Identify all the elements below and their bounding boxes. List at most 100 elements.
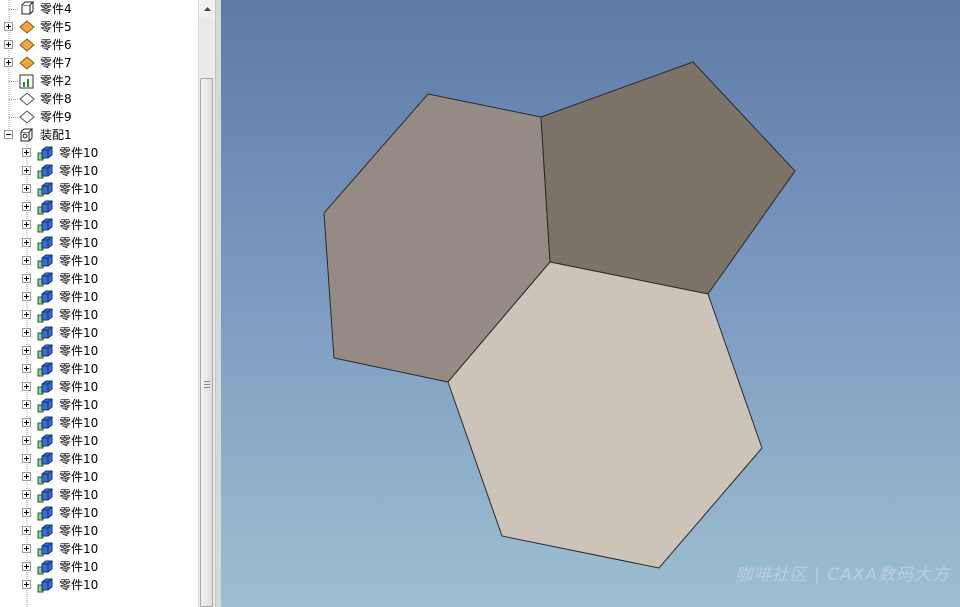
tree-item-label: 零件10 (59, 488, 99, 502)
tree-item[interactable]: 零件6 (0, 36, 198, 54)
arrow-up-icon (203, 6, 211, 11)
scroll-thumb[interactable] (200, 78, 213, 607)
tree-item[interactable]: 零件8 (0, 90, 198, 108)
tree-child-item[interactable]: 零件10 (0, 216, 198, 234)
expand-toggle-icon[interactable] (4, 40, 13, 49)
tree-item-label: 零件10 (59, 434, 99, 448)
tree-child-item[interactable]: 零件10 (0, 576, 198, 594)
tree-child-item[interactable]: 零件10 (0, 486, 198, 504)
component-cube-icon (37, 451, 53, 467)
tree-item-label: 零件10 (59, 506, 99, 520)
expand-toggle-icon[interactable] (22, 418, 31, 427)
expand-toggle-icon[interactable] (22, 508, 31, 517)
expand-toggle-icon[interactable] (22, 184, 31, 193)
part-chart-icon (19, 73, 35, 89)
tree-child-item[interactable]: 零件10 (0, 378, 198, 396)
expand-toggle-icon[interactable] (22, 454, 31, 463)
expand-toggle-icon[interactable] (22, 364, 31, 373)
tree-child-item[interactable]: 零件10 (0, 450, 198, 468)
expand-toggle-icon[interactable] (22, 292, 31, 301)
expand-toggle-icon[interactable] (22, 328, 31, 337)
tree-item-label: 零件10 (59, 290, 99, 304)
tree-child-item[interactable]: 零件10 (0, 342, 198, 360)
expand-toggle-icon[interactable] (22, 238, 31, 247)
tree-item-label: 装配1 (40, 128, 72, 142)
expand-toggle-icon[interactable] (4, 58, 13, 67)
expand-toggle-icon[interactable] (22, 436, 31, 445)
assembly-icon (19, 127, 35, 143)
component-cube-icon (37, 505, 53, 521)
tree-child-item[interactable]: 零件10 (0, 522, 198, 540)
expand-toggle-icon[interactable] (22, 310, 31, 319)
tree-child-item[interactable]: 零件10 (0, 288, 198, 306)
tree-child-item[interactable]: 零件10 (0, 198, 198, 216)
tree-child-item[interactable]: 零件10 (0, 180, 198, 198)
component-cube-icon (37, 181, 53, 197)
tree-branch-line (9, 81, 18, 82)
expand-toggle-icon[interactable] (22, 220, 31, 229)
expand-toggle-icon[interactable] (22, 526, 31, 535)
tree-item-label: 零件10 (59, 362, 99, 376)
tree-child-item[interactable]: 零件10 (0, 468, 198, 486)
tree-item-label: 零件10 (59, 254, 99, 268)
expand-toggle-icon[interactable] (22, 472, 31, 481)
tree-item-label: 零件5 (40, 20, 72, 34)
component-cube-icon (37, 235, 53, 251)
tree-child-item[interactable]: 零件10 (0, 540, 198, 558)
expand-toggle-icon[interactable] (22, 274, 31, 283)
tree-child-item[interactable]: 零件10 (0, 162, 198, 180)
expand-toggle-icon[interactable] (4, 22, 13, 31)
component-cube-icon (37, 253, 53, 269)
model-canvas[interactable] (221, 0, 960, 607)
tree-child-item[interactable]: 零件10 (0, 432, 198, 450)
tree-child-item[interactable]: 零件10 (0, 234, 198, 252)
expand-toggle-icon[interactable] (22, 562, 31, 571)
tree-item[interactable]: 零件7 (0, 54, 198, 72)
tree-child-item[interactable]: 零件10 (0, 324, 198, 342)
part-diamond-icon (19, 55, 35, 71)
expand-toggle-icon[interactable] (22, 256, 31, 265)
expand-toggle-icon[interactable] (22, 382, 31, 391)
tree-item-label: 零件10 (59, 560, 99, 574)
tree-child-item[interactable]: 零件10 (0, 252, 198, 270)
expand-toggle-icon[interactable] (22, 166, 31, 175)
tree-item-label: 零件10 (59, 398, 99, 412)
tree-child-item[interactable]: 零件10 (0, 360, 198, 378)
tree-child-item[interactable]: 零件10 (0, 270, 198, 288)
expand-toggle-icon[interactable] (22, 544, 31, 553)
expand-toggle-icon[interactable] (22, 202, 31, 211)
component-cube-icon (37, 325, 53, 341)
3d-viewport[interactable]: 咖啡社区 | CAXA数码大方 (221, 0, 960, 607)
tree-item-label: 零件10 (59, 470, 99, 484)
collapse-toggle-icon[interactable] (4, 130, 13, 139)
expand-toggle-icon[interactable] (22, 400, 31, 409)
tree-item[interactable]: 零件9 (0, 108, 198, 126)
pentagon-right[interactable] (540, 61, 796, 295)
tree-child-item[interactable]: 零件10 (0, 558, 198, 576)
tree-child-item[interactable]: 零件10 (0, 504, 198, 522)
tree-item-label: 零件10 (59, 236, 99, 250)
scroll-up-button[interactable] (199, 0, 215, 17)
tree-branch-line (9, 117, 18, 118)
watermark: 咖啡社区 | CAXA数码大方 (735, 565, 950, 585)
expand-toggle-icon[interactable] (22, 346, 31, 355)
component-cube-icon (37, 469, 53, 485)
tree-scrollbar[interactable] (198, 0, 215, 607)
tree-item[interactable]: 零件5 (0, 18, 198, 36)
expand-toggle-icon[interactable] (22, 490, 31, 499)
component-cube-icon (37, 163, 53, 179)
tree-child-item[interactable]: 零件10 (0, 414, 198, 432)
expand-toggle-icon[interactable] (22, 148, 31, 157)
tree-child-item[interactable]: 零件10 (0, 306, 198, 324)
tree-item[interactable]: 装配1 (0, 126, 198, 144)
tree-child-item[interactable]: 零件10 (0, 144, 198, 162)
tree-item[interactable]: 零件4 (0, 0, 198, 18)
tree-item[interactable]: 零件2 (0, 72, 198, 90)
component-cube-icon (37, 379, 53, 395)
component-cube-icon (37, 271, 53, 287)
expand-toggle-icon[interactable] (22, 580, 31, 589)
tree-item-label: 零件10 (59, 380, 99, 394)
tree-item-label: 零件10 (59, 416, 99, 430)
tree-child-item[interactable]: 零件10 (0, 396, 198, 414)
component-cube-icon (37, 433, 53, 449)
